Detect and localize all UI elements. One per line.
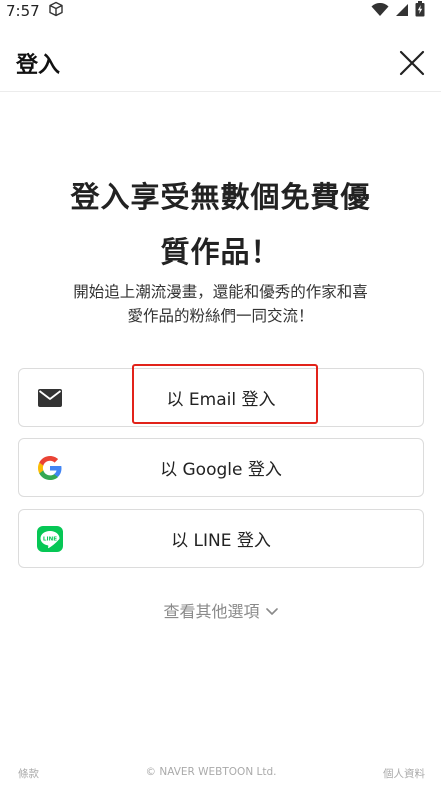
close-icon xyxy=(399,50,425,75)
privacy-link[interactable]: 個人資料 xyxy=(383,766,425,781)
more-options-label: 查看其他選項 xyxy=(163,602,260,621)
google-login-button[interactable]: 以 Google 登入 xyxy=(18,438,424,497)
subtitle: 開始追上潮流漫畫，還能和優秀的作家和喜 愛作品的粉絲們一同交流！ xyxy=(40,280,401,328)
headline-line-1: 登入享受無數個免費優 xyxy=(70,180,371,214)
headline-line-2: 質作品！ xyxy=(160,235,281,269)
envelope-icon xyxy=(37,385,63,411)
headline: 登入享受無數個免費優 質作品！ xyxy=(20,170,421,280)
email-login-button[interactable]: 以 Email 登入 xyxy=(18,368,424,427)
google-logo-icon xyxy=(37,455,63,481)
status-left: 7:57 xyxy=(6,1,64,21)
wifi-icon xyxy=(371,2,389,21)
app-bar: 登入 xyxy=(0,34,441,92)
footer: 條款 © NAVER WEBTOON Ltd. 個人資料 xyxy=(0,766,441,781)
line-login-button[interactable]: LINE 以 LINE 登入 xyxy=(18,509,424,568)
subtitle-line-2: 愛作品的粉絲們一同交流！ xyxy=(127,307,314,325)
line-logo-text: LINE xyxy=(43,536,57,542)
copyright: © NAVER WEBTOON Ltd. xyxy=(145,766,277,778)
email-login-label: 以 Email 登入 xyxy=(166,390,276,410)
battery-charging-icon xyxy=(415,1,425,21)
close-button[interactable] xyxy=(397,48,427,78)
signal-icon xyxy=(395,2,409,21)
line-login-label: 以 LINE 登入 xyxy=(171,531,271,551)
page-title: 登入 xyxy=(16,52,61,78)
status-right xyxy=(371,1,425,21)
cube-icon xyxy=(48,1,64,21)
google-login-label: 以 Google 登入 xyxy=(160,460,282,480)
more-options-link[interactable]: 查看其他選項 xyxy=(0,598,441,622)
status-time: 7:57 xyxy=(6,2,40,20)
chevron-down-icon xyxy=(265,601,278,620)
subtitle-line-1: 開始追上潮流漫畫，還能和優秀的作家和喜 xyxy=(73,283,368,301)
status-bar: 7:57 xyxy=(0,0,441,22)
terms-link[interactable]: 條款 xyxy=(18,766,39,781)
line-logo-icon: LINE xyxy=(37,525,63,552)
